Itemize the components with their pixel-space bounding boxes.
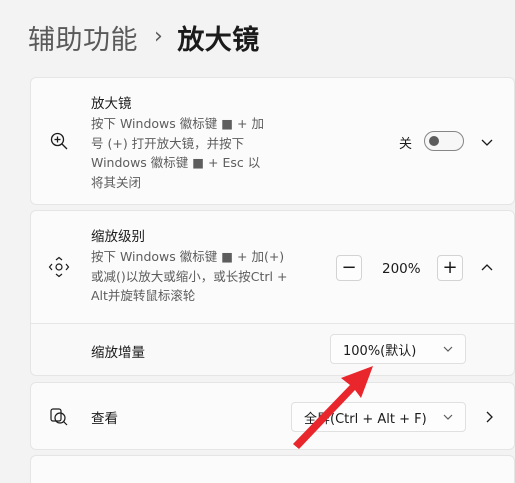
- zoom-level-card: 缩放级别 按下 Windows 徽标键 ■ + 加(+) 或减()以放大或缩小，…: [30, 210, 515, 324]
- chevron-down-icon[interactable]: [479, 134, 495, 150]
- next-settings-card[interactable]: [30, 455, 515, 483]
- zoom-level-desc-line: Alt并旋转鼠标滚轮: [91, 288, 196, 303]
- view-mode-value: 全屏(Ctrl + Alt + F): [304, 411, 427, 427]
- chevron-up-icon[interactable]: [479, 260, 495, 276]
- magnifier-text: 放大镜 按下 Windows 徽标键 ■ + 加 号 (+) 打开放大镜，并按下…: [91, 94, 264, 192]
- view-mode-dropdown[interactable]: 全屏(Ctrl + Alt + F): [291, 402, 466, 432]
- magnifier-desc-line: 将其关闭: [91, 174, 142, 190]
- view-label: 查看: [91, 411, 118, 427]
- breadcrumb: 辅助功能 › 放大镜: [28, 18, 260, 57]
- chevron-right-icon[interactable]: [481, 409, 497, 425]
- zoom-in-icon: [47, 129, 71, 153]
- zoom-increment-label: 缩放增量: [91, 345, 145, 361]
- view-card[interactable]: 查看 全屏(Ctrl + Alt + F): [30, 382, 515, 450]
- chevron-down-icon: [443, 414, 453, 420]
- zoom-increment-row: 缩放增量 100%(默认): [30, 323, 515, 376]
- zoom-level-value: 200%: [382, 261, 421, 277]
- breadcrumb-parent-accessibility[interactable]: 辅助功能: [28, 18, 138, 57]
- breadcrumb-separator: ›: [154, 24, 164, 49]
- magnifier-desc-line: Windows 徽标键 ■ + Esc 以: [91, 155, 261, 170]
- zoom-increment-value: 100%(默认): [343, 343, 417, 359]
- zoom-level-desc-line: 或减()以放大或缩小，或长按Ctrl +: [91, 268, 288, 284]
- view-icon: [47, 405, 71, 429]
- zoom-increment-dropdown[interactable]: 100%(默认): [330, 334, 466, 364]
- zoom-level-text: 缩放级别 按下 Windows 徽标键 ■ + 加(+) 或减()以放大或缩小，…: [91, 227, 287, 306]
- magnifier-card: 放大镜 按下 Windows 徽标键 ■ + 加 号 (+) 打开放大镜，并按下…: [30, 77, 515, 205]
- zoom-in-button[interactable]: +: [437, 255, 463, 281]
- magnifier-toggle[interactable]: [424, 131, 464, 151]
- zoom-level-title: 缩放级别: [91, 229, 145, 245]
- move-arrows-icon: [47, 255, 71, 279]
- page-title: 放大镜: [177, 25, 260, 56]
- chevron-down-icon: [443, 346, 453, 352]
- zoom-out-button[interactable]: −: [336, 255, 362, 281]
- toggle-knob: [429, 136, 439, 146]
- magnifier-toggle-label: 关: [399, 137, 413, 152]
- magnifier-desc-line: 号 (+) 打开放大镜，并按下: [91, 135, 245, 151]
- zoom-level-desc-line: 按下 Windows 徽标键 ■ + 加(+): [91, 249, 285, 264]
- magnifier-desc-line: 按下 Windows 徽标键 ■ + 加: [91, 116, 264, 131]
- magnifier-title: 放大镜: [91, 96, 132, 112]
